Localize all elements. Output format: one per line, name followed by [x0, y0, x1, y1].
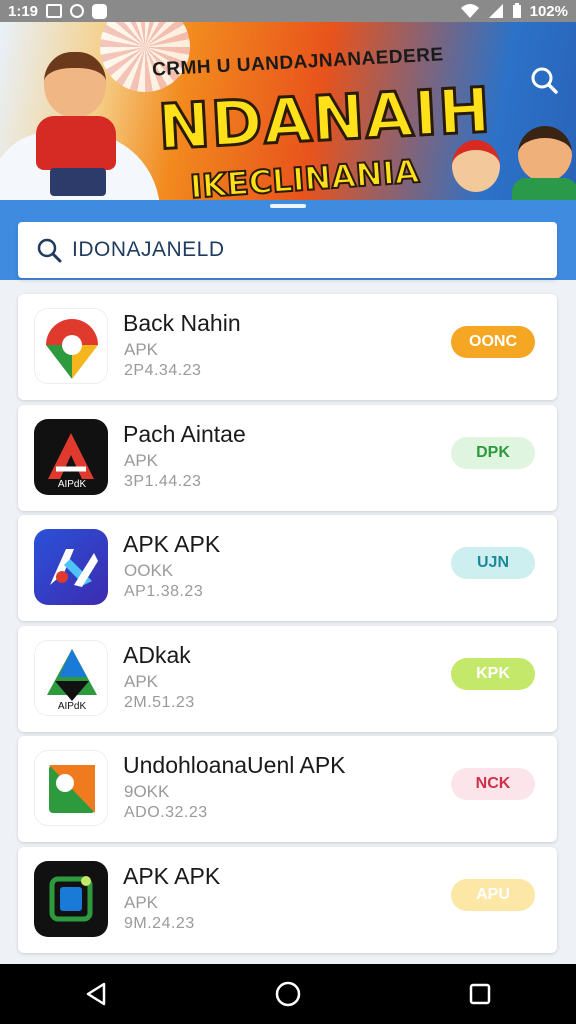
app-version: 3P1.44.23 — [124, 472, 202, 490]
home-icon — [275, 981, 301, 1007]
download-button[interactable]: OONC — [451, 326, 535, 358]
character-illustration — [452, 140, 500, 192]
list-item[interactable]: Back Nahin APK 2P4.34.23 OONC — [18, 294, 557, 400]
app-type: 9OKK — [124, 782, 170, 802]
app-version: 2P4.34.23 — [124, 362, 202, 379]
download-button[interactable]: KPK — [451, 657, 535, 690]
battery-icon — [512, 3, 521, 18]
character-illustration — [518, 126, 572, 182]
home-button[interactable] — [258, 964, 318, 1024]
system-nav-bar — [0, 964, 576, 1024]
list-item[interactable]: UndohloanaUenl APK 9OKK ADO.32.23 NCK — [18, 736, 557, 843]
download-button[interactable]: DPK — [451, 436, 535, 469]
drag-handle[interactable] — [270, 204, 306, 208]
youtube-notification-icon — [92, 3, 108, 19]
search-bar[interactable] — [18, 222, 557, 278]
app-type: APK — [124, 340, 159, 359]
recents-icon — [469, 983, 491, 1005]
app-notification-icon — [70, 4, 85, 18]
app-type: APK — [124, 671, 159, 691]
app-list: Back Nahin APK 2P4.34.23 OONC AIPdK Pach… — [18, 294, 557, 958]
list-item[interactable]: APK APK OOKK AP1.38.23 UJN — [18, 515, 557, 622]
app-icon — [34, 750, 108, 827]
svg-text:AIPdK: AIPdK — [58, 479, 87, 490]
app-version: 2M.51.23 — [124, 693, 195, 711]
app-icon: AIPdK — [34, 418, 108, 495]
app-name: UndohloanaUenl APK — [123, 752, 346, 779]
app-type: APK — [124, 450, 159, 470]
banner-title: NDANAIH — [155, 72, 495, 165]
download-button[interactable]: UJN — [451, 547, 535, 580]
app-version: 9M.24.23 — [124, 914, 195, 932]
app-name: Back Nahin — [123, 310, 241, 336]
app-name: APK APK — [123, 862, 221, 889]
promo-banner[interactable]: CRMH U UANDAJNANAEDERE NDANAIH IKECLINAN… — [0, 22, 576, 200]
search-input[interactable] — [72, 238, 532, 262]
app-version: AP1.38.23 — [124, 583, 204, 601]
list-item[interactable]: AIPdK Pach Aintae APK 3P1.44.23 DPK — [18, 404, 557, 511]
list-item[interactable]: APK APK APK 9M.24.23 APU — [18, 846, 557, 953]
app-icon: AIPdK — [34, 639, 108, 716]
search-icon — [531, 67, 558, 94]
search-icon — [37, 238, 62, 263]
recents-button[interactable] — [450, 964, 510, 1024]
signal-icon — [488, 4, 503, 18]
banner-subtitle: CRMH U UANDAJNANAEDERE — [151, 44, 445, 81]
app-type: OOKK — [124, 561, 174, 581]
app-type: APK — [124, 892, 159, 912]
back-button[interactable] — [66, 964, 126, 1024]
gallery-notification-icon — [46, 4, 63, 18]
character-illustration — [512, 178, 576, 200]
back-icon — [86, 982, 106, 1006]
wifi-icon — [460, 4, 479, 18]
status-bar: 1:19 102% — [0, 0, 576, 22]
app-version: ADO.32.23 — [124, 804, 208, 822]
status-time: 1:19 — [8, 2, 39, 20]
download-button[interactable]: APU — [451, 878, 535, 911]
banner-search-button[interactable] — [524, 60, 564, 100]
app-icon — [34, 860, 108, 937]
app-icon — [34, 529, 108, 606]
list-item[interactable]: AIPdK ADkak APK 2M.51.23 KPK — [18, 625, 557, 732]
download-button[interactable]: NCK — [451, 768, 535, 801]
svg-text:AIPdK: AIPdK — [58, 701, 87, 712]
app-name: ADkak — [123, 641, 191, 668]
app-icon — [34, 308, 108, 384]
app-name: Pach Aintae — [123, 420, 246, 447]
mascot-illustration — [30, 42, 126, 200]
app-name: APK APK — [123, 531, 221, 558]
battery-percent: 102% — [529, 2, 568, 20]
